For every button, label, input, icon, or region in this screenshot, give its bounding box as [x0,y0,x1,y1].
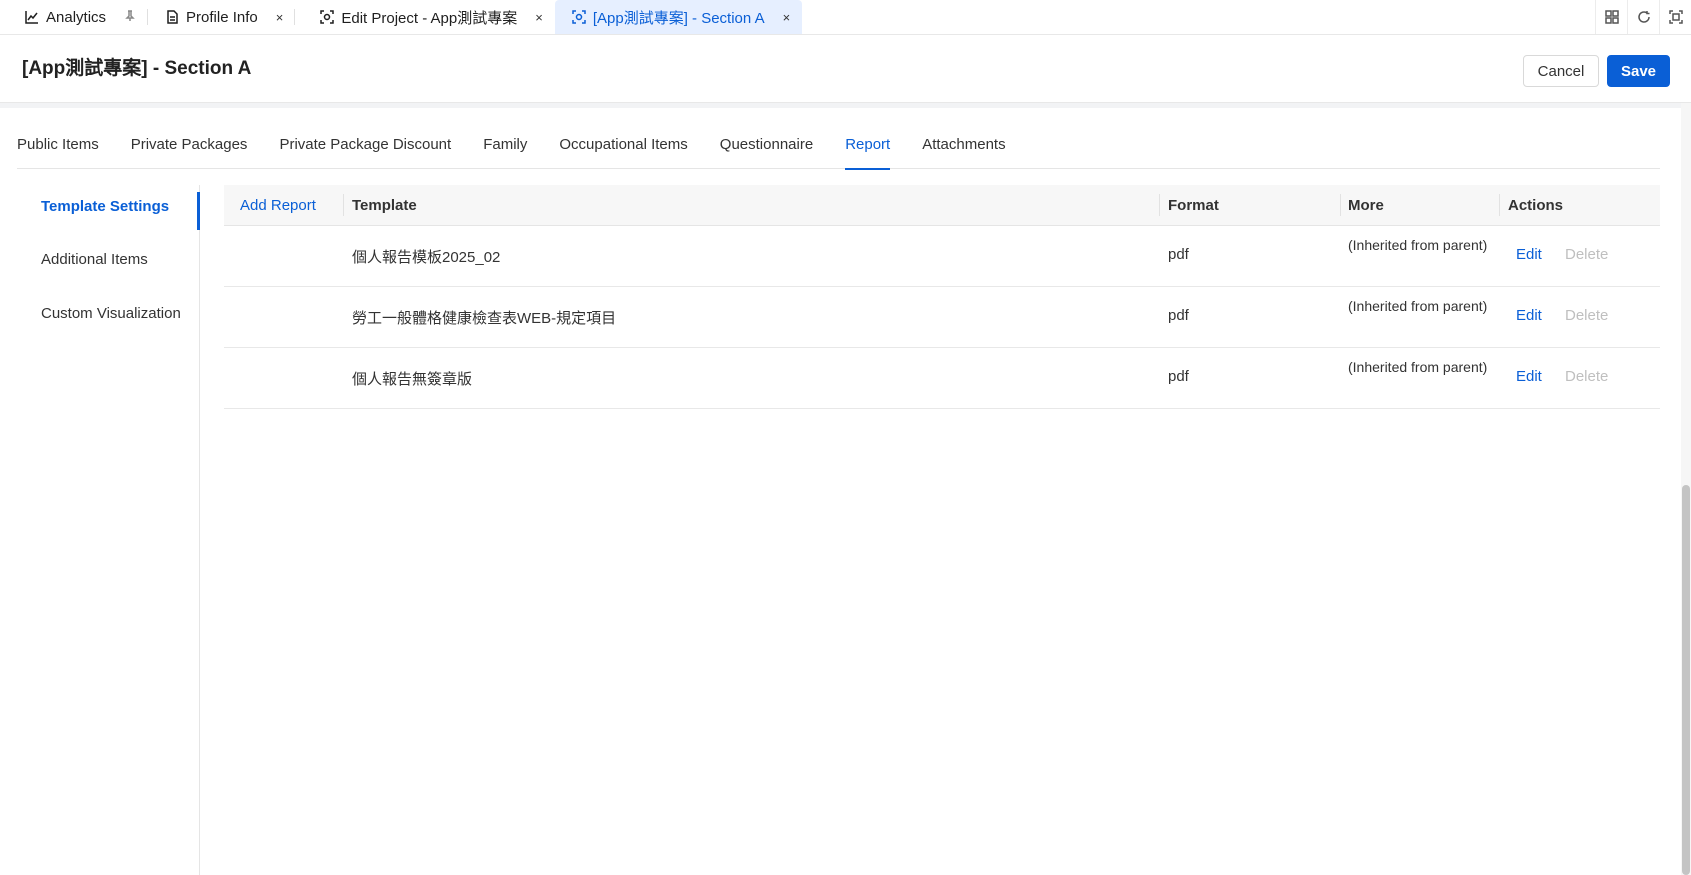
table-row: 個人報告模板2025_02 pdf (Inherited from parent… [224,226,1660,287]
tab-questionnaire[interactable]: Questionnaire [720,136,813,169]
delete-link[interactable]: Delete [1565,368,1608,385]
active-indicator [197,192,200,230]
side-item-template-settings[interactable]: Template Settings [41,198,169,215]
close-icon[interactable]: × [276,10,284,25]
column-divider [343,194,344,216]
close-icon[interactable]: × [535,10,543,25]
delete-link[interactable]: Delete [1565,307,1608,324]
scrollbar-thumb[interactable] [1682,485,1690,875]
content-card: Public Items Private Packages Private Pa… [0,108,1681,875]
table-row: 個人報告無簽章版 pdf (Inherited from parent) Edi… [224,348,1660,409]
column-divider [1499,194,1500,216]
tab-occupational-items[interactable]: Occupational Items [559,136,687,169]
side-menu: Template Settings Additional Items Custo… [0,185,200,875]
format-value: pdf [1168,246,1189,263]
refresh-icon[interactable] [1627,0,1659,34]
tab-family[interactable]: Family [483,136,527,169]
delete-link[interactable]: Delete [1565,246,1608,263]
window-tab-bar: Analytics Profile Info × Edit Project - … [0,0,1691,35]
side-item-additional-items[interactable]: Additional Items [41,251,148,268]
section-tabs: Public Items Private Packages Private Pa… [17,136,1660,170]
project-scan-icon [571,9,587,25]
save-button[interactable]: Save [1607,55,1670,87]
chart-line-icon [24,9,40,25]
close-icon[interactable]: × [783,10,791,25]
tab-edit-project[interactable]: Edit Project - App測試專案 × [295,0,555,34]
more-value: (Inherited from parent) [1348,298,1488,314]
tab-profile-info[interactable]: Profile Info × [148,0,296,34]
format-value: pdf [1168,307,1189,324]
template-name: 個人報告無簽章版 [352,371,473,388]
column-divider [1159,194,1160,216]
table-row: 勞工一般體格健康檢查表WEB-規定項目 pdf (Inherited from … [224,287,1660,348]
tab-label: Profile Info [186,8,258,26]
template-name: 個人報告模板2025_02 [352,249,501,266]
more-value: (Inherited from parent) [1348,237,1488,253]
project-scan-icon [319,9,335,25]
tab-label: Analytics [46,8,107,26]
add-report-button[interactable]: Add Report [240,197,316,214]
column-header-template: Template [352,197,417,214]
tab-attachments[interactable]: Attachments [922,136,1005,169]
table-header: Add Report Template Format More Actions [224,185,1660,226]
tab-report[interactable]: Report [845,136,891,170]
more-value: (Inherited from parent) [1348,359,1488,375]
tab-private-packages[interactable]: Private Packages [131,136,248,169]
column-header-actions: Actions [1508,197,1564,214]
tab-label: Edit Project - App測試專案 [341,9,518,27]
tab-public-items[interactable]: Public Items [17,136,99,169]
column-divider [1340,194,1341,216]
edit-link[interactable]: Edit [1516,246,1542,263]
column-header-format: Format [1168,197,1219,214]
format-value: pdf [1168,368,1189,385]
edit-link[interactable]: Edit [1516,368,1542,385]
document-icon [164,9,180,25]
tabbar-tools [1595,0,1691,34]
tab-private-package-discount[interactable]: Private Package Discount [279,136,451,169]
tab-section-a[interactable]: [App測試專案] - Section A × [554,0,803,34]
cancel-button[interactable]: Cancel [1523,55,1599,87]
side-item-custom-visualization[interactable]: Custom Visualization [41,305,181,322]
edit-link[interactable]: Edit [1516,307,1542,324]
grid-icon[interactable] [1595,0,1627,34]
page-header: [App測試專案] - Section A Cancel Save [0,35,1691,103]
pin-icon[interactable] [124,9,136,25]
tab-label: [App測試專案] - Section A [592,9,765,27]
tab-analytics[interactable]: Analytics [0,0,149,34]
fullscreen-icon[interactable] [1659,0,1691,34]
template-name: 勞工一般體格健康檢查表WEB-規定項目 [352,310,617,327]
column-header-more: More [1348,197,1384,214]
page-title: [App測試專案] - Section A [22,58,252,79]
report-table: Add Report Template Format More Actions … [224,185,1660,409]
